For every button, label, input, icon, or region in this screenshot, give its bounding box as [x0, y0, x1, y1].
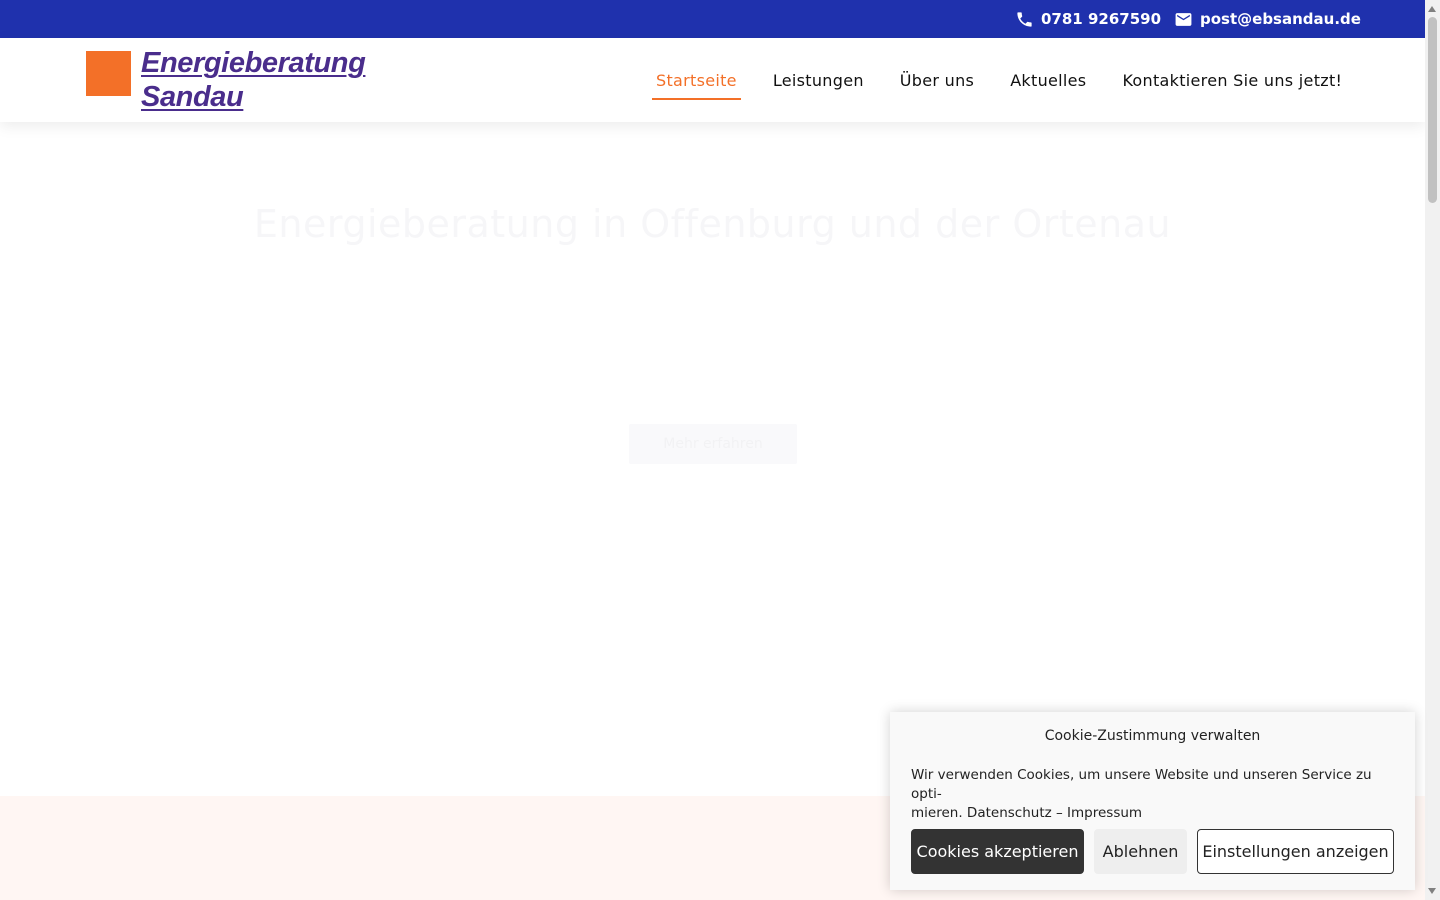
cookie-text-line-1: Wir verwenden Cookies, um unsere Website… — [911, 767, 1372, 802]
link-separator: – — [1056, 805, 1063, 821]
cookie-settings-button[interactable]: Einstellungen anzeigen — [1197, 829, 1394, 874]
cookie-consent-dialog: Cookie-Zustimmung verwalten Wir verwende… — [890, 712, 1415, 890]
site-header: Energieberatung Sandau Startseite Leistu… — [0, 38, 1425, 122]
hero-section: Energieberatung in Offenburg und der Ort… — [0, 122, 1425, 796]
accept-cookies-button[interactable]: Cookies akzeptieren — [911, 829, 1084, 874]
phone-number: 0781 9267590 — [1041, 10, 1162, 28]
nav-item-aktuelles[interactable]: Aktuelles — [1006, 71, 1090, 90]
deny-cookies-button[interactable]: Ablehnen — [1094, 829, 1187, 874]
imprint-link[interactable]: Impressum — [1067, 805, 1142, 821]
scroll-thumb[interactable] — [1428, 17, 1437, 203]
main-nav: Startseite Leistungen Über uns Aktuelles… — [652, 38, 1346, 122]
logo-line-1: Energieberatung — [141, 47, 366, 79]
cookie-text: Wir verwenden Cookies, um unsere Website… — [911, 766, 1401, 823]
nav-item-ueber-uns[interactable]: Über uns — [896, 71, 978, 90]
email-address: post@ebsandau.de — [1200, 10, 1361, 28]
phone-icon — [1017, 11, 1032, 27]
hero-cta-button[interactable]: Mehr erfahren — [629, 424, 797, 464]
site-logo[interactable]: Energieberatung Sandau — [85, 47, 395, 113]
scroll-up-icon[interactable] — [1428, 6, 1436, 12]
phone-link[interactable]: 0781 9267590 — [1015, 0, 1161, 38]
logo-square-icon — [86, 51, 131, 96]
logo-text: Energieberatung Sandau — [141, 46, 366, 114]
mail-icon — [1175, 12, 1192, 26]
nav-item-kontakt[interactable]: Kontaktieren Sie uns jetzt! — [1118, 71, 1346, 90]
privacy-link[interactable]: Datenschutz — [967, 805, 1052, 821]
logo-line-2: Sandau — [141, 81, 244, 113]
scroll-down-icon[interactable] — [1428, 888, 1436, 894]
page-scrollbar[interactable] — [1425, 0, 1440, 900]
top-contact-bar: 0781 9267590 post@ebsandau.de — [0, 0, 1425, 38]
cookie-text-line-2: mieren. — [911, 805, 963, 821]
cookie-title: Cookie-Zustimmung verwalten — [1044, 728, 1261, 744]
hero-title: Energieberatung in Offenburg und der Ort… — [253, 202, 1172, 246]
nav-item-startseite[interactable]: Startseite — [652, 71, 741, 100]
email-link[interactable]: post@ebsandau.de — [1174, 0, 1361, 38]
nav-item-leistungen[interactable]: Leistungen — [769, 71, 868, 90]
